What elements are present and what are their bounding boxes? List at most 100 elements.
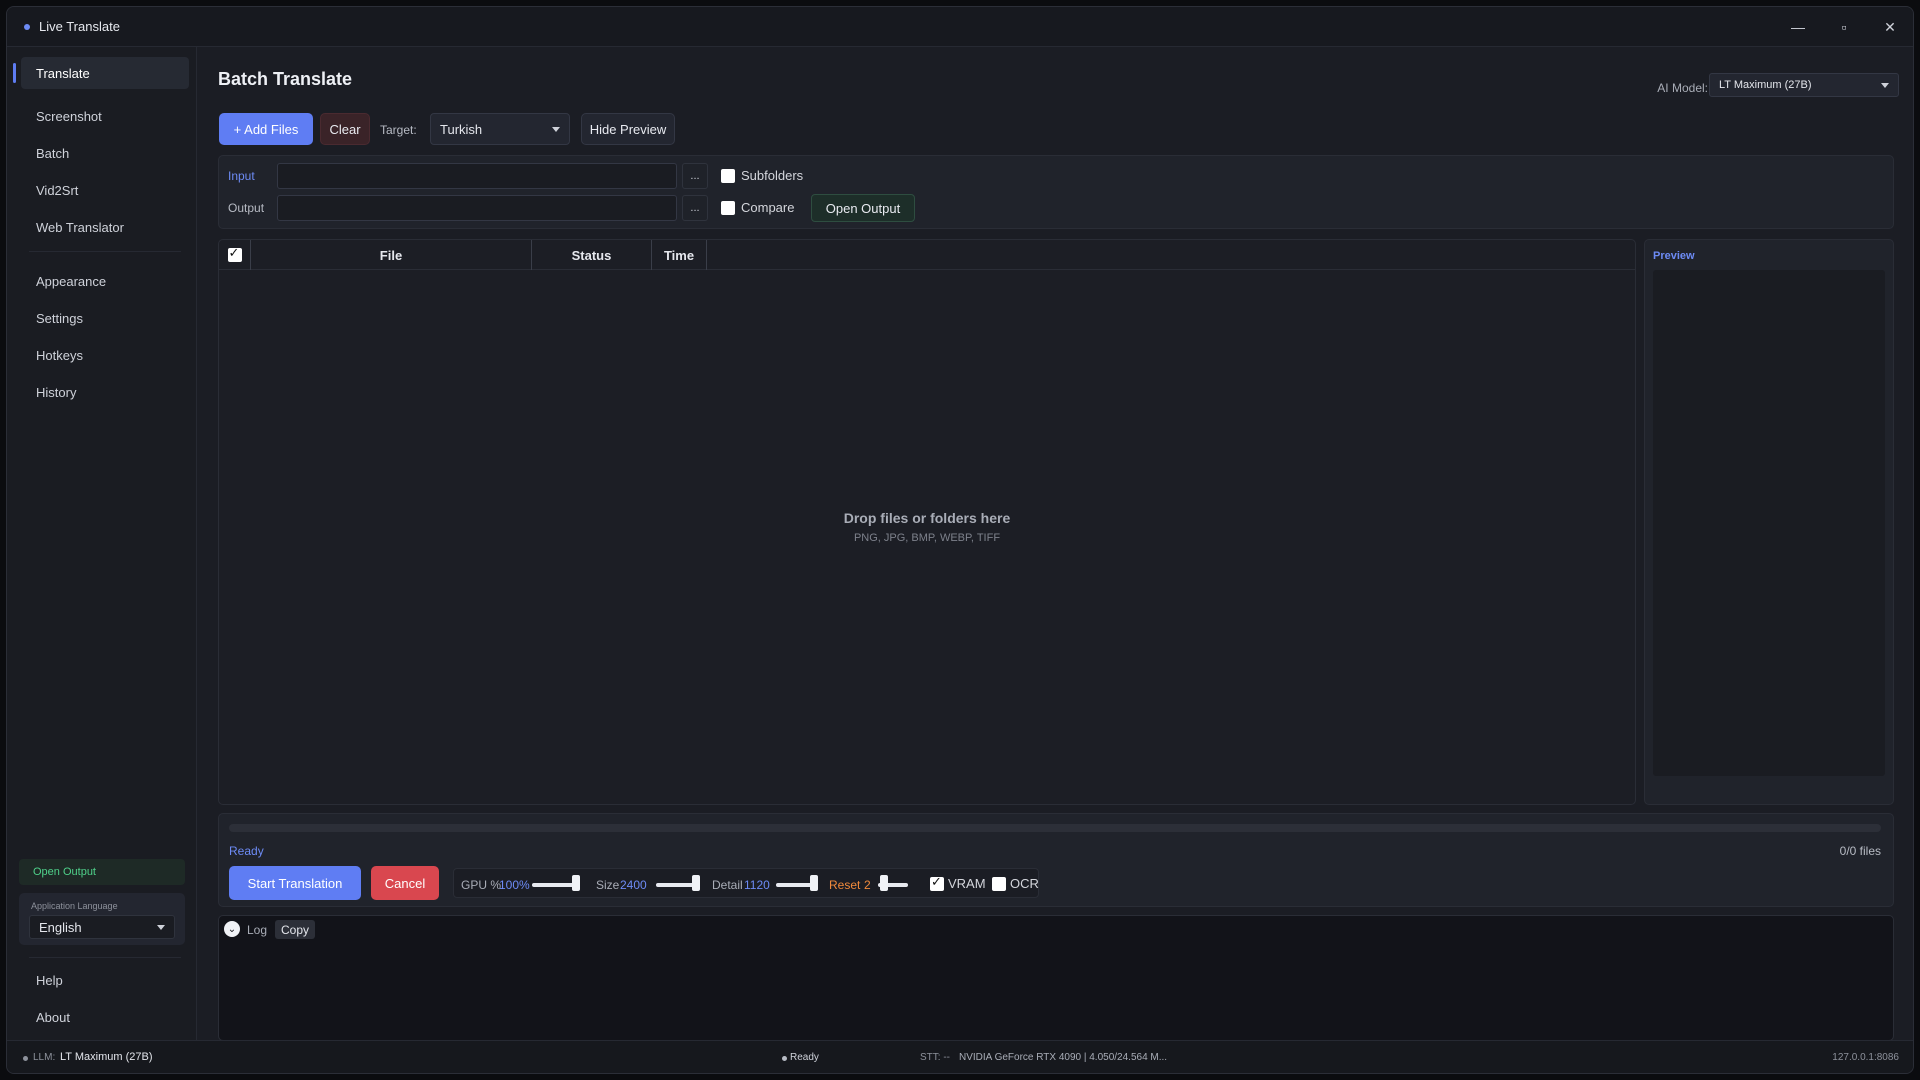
preview-area bbox=[1653, 270, 1885, 776]
compare-label: Compare bbox=[741, 200, 795, 215]
app-dot-icon bbox=[24, 23, 30, 30]
sidebar-item-help[interactable]: Help bbox=[21, 964, 189, 996]
sidebar-divider bbox=[29, 251, 181, 252]
column-header-time[interactable]: Time bbox=[652, 240, 707, 270]
language-select[interactable]: English bbox=[29, 915, 175, 939]
io-panel: Input ... Subfolders Output ... Compare … bbox=[218, 155, 1894, 229]
detail-value: 1120 bbox=[744, 878, 770, 892]
target-language-value: Turkish bbox=[440, 121, 483, 137]
copy-log-button[interactable]: Copy bbox=[275, 920, 315, 939]
llm-status-dot-icon bbox=[23, 1056, 28, 1061]
sidebar-item-history[interactable]: History bbox=[21, 376, 189, 408]
cancel-button[interactable]: Cancel bbox=[371, 866, 439, 900]
hide-preview-button[interactable]: Hide Preview bbox=[581, 113, 675, 145]
ai-model-label: AI Model: bbox=[1657, 81, 1708, 95]
compare-checkbox[interactable] bbox=[721, 201, 735, 215]
browse-output-button[interactable]: ... bbox=[682, 195, 708, 221]
files-table-header: File Status Time bbox=[219, 240, 1635, 270]
sidebar-item-translate[interactable]: Translate bbox=[13, 57, 189, 89]
reset-slider-handle[interactable] bbox=[880, 875, 888, 891]
sidebar-item-vid2srt[interactable]: Vid2Srt bbox=[21, 174, 189, 206]
llm-label: LLM: bbox=[33, 1052, 56, 1063]
select-all-column bbox=[219, 240, 251, 270]
subfolders-checkbox[interactable] bbox=[721, 169, 735, 183]
ai-model-select[interactable]: LT Maximum (27B) bbox=[1709, 73, 1899, 97]
detail-slider-handle[interactable] bbox=[810, 875, 818, 891]
drop-zone-formats: PNG, JPG, BMP, WEBP, TIFF bbox=[853, 532, 1001, 544]
window-title: Live Translate bbox=[39, 19, 120, 34]
language-value: English bbox=[39, 919, 82, 935]
sidebar-divider bbox=[29, 957, 181, 958]
chevron-down-icon[interactable]: ⌄ bbox=[224, 921, 240, 937]
gpu-value: 100% bbox=[499, 878, 530, 892]
status-text: Ready bbox=[229, 844, 264, 858]
column-header-status[interactable]: Status bbox=[532, 240, 652, 270]
reset-label: Reset bbox=[829, 878, 861, 892]
sidebar-item-batch[interactable]: Batch bbox=[21, 137, 189, 169]
log-panel: ⌄ Log Copy bbox=[218, 915, 1894, 1041]
ocr-checkbox[interactable] bbox=[992, 877, 1006, 891]
select-all-checkbox[interactable] bbox=[227, 246, 242, 262]
size-label: Size bbox=[596, 878, 620, 892]
translation-controls: Ready 0/0 files Start Translation Cancel… bbox=[218, 813, 1894, 907]
log-label: Log bbox=[247, 923, 268, 937]
open-output-button[interactable]: Open Output bbox=[811, 194, 915, 222]
input-label: Input bbox=[228, 169, 255, 183]
start-translation-button[interactable]: Start Translation bbox=[229, 866, 361, 900]
stt-status: STT: -- bbox=[920, 1052, 950, 1063]
language-box: Application Language English bbox=[19, 893, 185, 945]
files-table[interactable]: File Status Time Drop files or folders h… bbox=[218, 239, 1636, 805]
sidebar-item-web-translator[interactable]: Web Translator bbox=[21, 211, 189, 243]
file-count: 0/0 files bbox=[1839, 844, 1881, 858]
chevron-down-icon bbox=[157, 925, 165, 930]
sidebar-item-appearance[interactable]: Appearance bbox=[21, 265, 189, 297]
drop-zone-title: Drop files or folders here bbox=[843, 510, 1011, 526]
reset-value: 2 bbox=[864, 878, 871, 892]
sidebar-item-settings[interactable]: Settings bbox=[21, 302, 189, 334]
target-label: Target: bbox=[380, 123, 417, 137]
language-label: Application Language bbox=[31, 901, 118, 911]
chevron-down-icon bbox=[1881, 83, 1889, 88]
minimize-button[interactable]: — bbox=[1775, 7, 1821, 47]
server-address: 127.0.0.1:8086 bbox=[1832, 1052, 1899, 1063]
sidebar-item-hotkeys[interactable]: Hotkeys bbox=[21, 339, 189, 371]
maximize-button[interactable]: ▫ bbox=[1821, 7, 1867, 47]
add-files-button[interactable]: + Add Files bbox=[219, 113, 313, 145]
chevron-down-icon bbox=[552, 127, 560, 132]
input-path-field[interactable] bbox=[277, 163, 677, 189]
close-button[interactable]: ✕ bbox=[1867, 7, 1913, 47]
preview-title: Preview bbox=[1653, 250, 1695, 262]
window-controls: — ▫ ✕ bbox=[1775, 7, 1913, 47]
title-bar[interactable]: Live Translate — ▫ ✕ bbox=[7, 7, 1913, 47]
output-path-field[interactable] bbox=[277, 195, 677, 221]
gpu-status: NVIDIA GeForce RTX 4090 | 4.050/24.564 M… bbox=[959, 1052, 1168, 1063]
status-bar: LLM: LT Maximum (27B) Ready STT: -- NVID… bbox=[7, 1040, 1913, 1073]
detail-label: Detail bbox=[712, 878, 743, 892]
gpu-slider-handle[interactable] bbox=[572, 875, 580, 891]
clear-button[interactable]: Clear bbox=[320, 113, 370, 145]
size-slider-handle[interactable] bbox=[692, 875, 700, 891]
ai-model-value: LT Maximum (27B) bbox=[1719, 79, 1812, 91]
sidebar-open-output-button[interactable]: Open Output bbox=[19, 859, 185, 885]
page-title: Batch Translate bbox=[218, 69, 353, 89]
sidebar-item-about[interactable]: About bbox=[21, 1001, 189, 1033]
app-window: Live Translate — ▫ ✕ Translate Screensho… bbox=[6, 6, 1914, 1074]
status-ready: Ready bbox=[790, 1052, 819, 1063]
sidebar: Translate Screenshot Batch Vid2Srt Web T… bbox=[7, 47, 197, 1042]
main-content: Batch Translate AI Model: LT Maximum (27… bbox=[198, 47, 1913, 1041]
llm-value: LT Maximum (27B) bbox=[60, 1051, 153, 1063]
size-value: 2400 bbox=[620, 878, 647, 892]
ready-dot-icon bbox=[782, 1056, 787, 1061]
progress-bar bbox=[229, 824, 1881, 832]
subfolders-label: Subfolders bbox=[741, 168, 804, 183]
preview-panel: Preview bbox=[1644, 239, 1894, 805]
gpu-label: GPU % bbox=[461, 878, 502, 892]
tuning-sliders: GPU % 100% Size 2400 Detail 1120 Reset 2… bbox=[453, 868, 1039, 898]
vram-checkbox[interactable] bbox=[930, 875, 944, 891]
ocr-label: OCR bbox=[1010, 876, 1039, 891]
column-header-file[interactable]: File bbox=[251, 240, 532, 270]
sidebar-item-screenshot[interactable]: Screenshot bbox=[21, 100, 189, 132]
browse-input-button[interactable]: ... bbox=[682, 163, 708, 189]
vram-label: VRAM bbox=[948, 876, 986, 891]
target-language-select[interactable]: Turkish bbox=[430, 113, 570, 145]
